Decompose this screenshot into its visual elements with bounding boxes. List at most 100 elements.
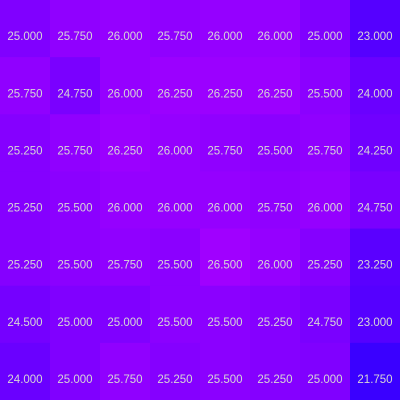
heatmap-cell [100, 171, 151, 230]
heatmap-cells [0, 0, 400, 400]
heatmap-cell-label: 26.250 [107, 145, 142, 157]
heatmap-cell [0, 228, 51, 287]
heatmap-cell-label: 23.250 [357, 260, 392, 272]
heatmap-cell [100, 228, 151, 287]
heatmap-cell [100, 342, 151, 400]
heatmap-cell [100, 57, 151, 115]
heatmap-cell-label: 24.250 [357, 145, 392, 157]
heatmap-cell [0, 114, 51, 172]
heatmap-cell-label: 25.250 [257, 374, 292, 386]
heatmap-cell [50, 0, 101, 58]
heatmap-cell [250, 171, 301, 230]
heatmap-cell-label: 25.500 [157, 317, 192, 329]
heatmap-cell-label: 23.000 [357, 317, 392, 329]
heatmap-cell-label: 24.750 [57, 88, 92, 100]
heatmap-cell [150, 57, 201, 115]
heatmap-cell-label: 25.750 [157, 31, 192, 43]
heatmap-cell-label: 26.000 [107, 203, 142, 215]
heatmap-cell [250, 0, 301, 58]
heatmap-cell [300, 114, 351, 172]
heatmap-cell-label: 25.000 [107, 317, 142, 329]
heatmap-cell [300, 57, 351, 115]
heatmap-cell-label: 24.750 [307, 317, 342, 329]
heatmap-cell-label: 25.500 [307, 88, 342, 100]
heatmap-cell-label: 25.750 [107, 260, 142, 272]
heatmap-cell-label: 25.000 [57, 317, 92, 329]
heatmap-cell-label: 26.500 [207, 260, 242, 272]
heatmap-cell-label: 24.500 [7, 317, 42, 329]
heatmap-cell [150, 114, 201, 172]
heatmap-cell-label: 26.000 [207, 31, 242, 43]
heatmap-cell-label: 25.000 [7, 31, 42, 43]
heatmap-cell [350, 171, 400, 230]
heatmap-cell [350, 57, 400, 115]
heatmap-cell [100, 285, 151, 344]
heatmap-cell-label: 26.000 [157, 203, 192, 215]
heatmap-cell-label: 24.750 [357, 203, 392, 215]
heatmap-cell [350, 0, 400, 58]
heatmap-cell-label: 25.750 [257, 203, 292, 215]
heatmap-cell [50, 171, 101, 230]
heatmap-cell-label: 25.500 [257, 145, 292, 157]
heatmap-cell [50, 57, 101, 115]
heatmap-cell [250, 57, 301, 115]
heatmap-cell-label: 26.000 [157, 145, 192, 157]
heatmap-cell [50, 285, 101, 344]
heatmap-cell-label: 26.000 [207, 203, 242, 215]
heatmap-cell [350, 114, 400, 172]
heatmap-cell [200, 0, 251, 58]
heatmap-cell-label: 26.250 [257, 88, 292, 100]
heatmap-cell [250, 342, 301, 400]
heatmap-cell-label: 25.000 [307, 31, 342, 43]
heatmap-cell [300, 285, 351, 344]
heatmap-cell-label: 26.000 [257, 31, 292, 43]
heatmap-cell [300, 171, 351, 230]
heatmap-cell [250, 228, 301, 287]
heatmap-cell [300, 228, 351, 287]
heatmap-cell-label: 25.750 [207, 145, 242, 157]
heatmap-cell-label: 26.000 [257, 260, 292, 272]
heatmap-cell-label: 25.250 [7, 203, 42, 215]
heatmap-cell [200, 228, 251, 287]
heatmap-cell-label: 25.250 [7, 260, 42, 272]
heatmap-cell [50, 114, 101, 172]
heatmap-cell [300, 0, 351, 58]
heatmap-cell [200, 171, 251, 230]
heatmap-cell-label: 26.000 [107, 88, 142, 100]
heatmap-cell [200, 342, 251, 400]
heatmap-cell-label: 25.750 [107, 374, 142, 386]
heatmap-cell-label: 26.250 [157, 88, 192, 100]
heatmap-cell-label: 26.000 [107, 31, 142, 43]
heatmap-cell [350, 285, 400, 344]
heatmap-cell [0, 57, 51, 115]
heatmap-cell-label: 23.000 [357, 31, 392, 43]
heatmap-cell [50, 228, 101, 287]
heatmap-cell [0, 342, 51, 400]
heatmap-cell [0, 171, 51, 230]
heatmap-cell-label: 21.750 [357, 374, 392, 386]
heatmap-cell [0, 285, 51, 344]
heatmap-cell-label: 25.750 [7, 88, 42, 100]
heatmap-cell [150, 228, 201, 287]
heatmap-cell [350, 342, 400, 400]
heatmap-cell [0, 0, 51, 58]
heatmap-cell-label: 25.750 [57, 31, 92, 43]
heatmap-cell-label: 25.000 [57, 374, 92, 386]
heatmap-cell-label: 25.500 [157, 260, 192, 272]
heatmap-cell [100, 114, 151, 172]
heatmap-cell-label: 26.000 [307, 203, 342, 215]
heatmap-cell-label: 25.250 [257, 317, 292, 329]
heatmap-cell-label: 25.750 [57, 145, 92, 157]
heatmap-cell [100, 0, 151, 58]
heatmap-cell-label: 24.000 [357, 88, 392, 100]
heatmap-cell [50, 342, 101, 400]
heatmap-cell-label: 25.500 [57, 260, 92, 272]
heatmap-cell [150, 342, 201, 400]
heatmap-cell [300, 342, 351, 400]
heatmap-cell [200, 57, 251, 115]
heatmap-cell-label: 25.250 [307, 260, 342, 272]
heatmap-cell [250, 285, 301, 344]
heatmap-cell [150, 0, 201, 58]
heatmap-cell-label: 25.750 [307, 145, 342, 157]
heatmap-cell-label: 25.500 [57, 203, 92, 215]
